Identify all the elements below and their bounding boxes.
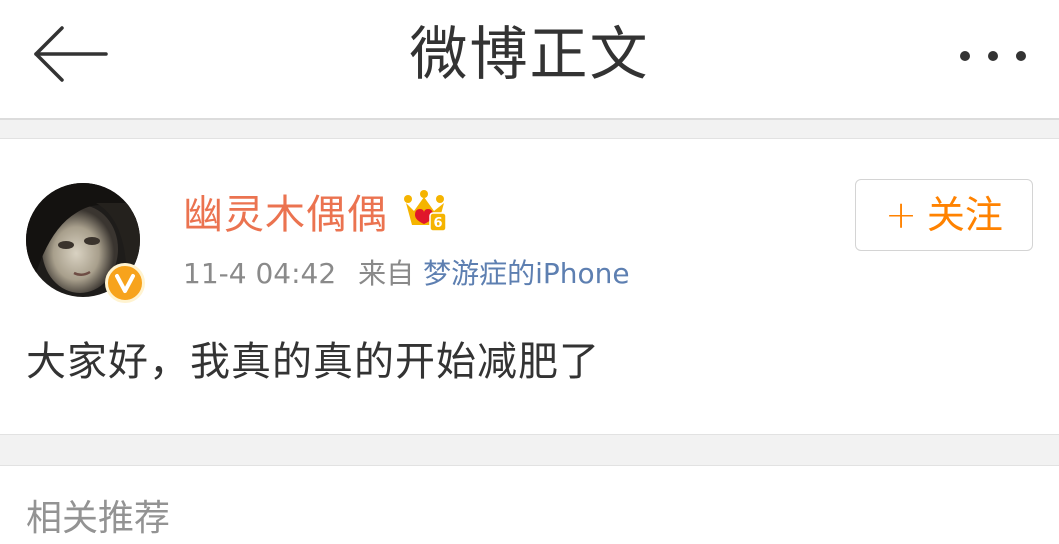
plus-icon: + [885, 193, 917, 237]
post-content: 大家好，我真的真的开始减肥了 [26, 339, 600, 385]
verified-v-icon [105, 263, 145, 303]
follow-button[interactable]: + 关注 [855, 179, 1033, 251]
related-section-title: 相关推荐 [26, 498, 171, 539]
post-meta: 11-4 04:42 来自 梦游症的iPhone [183, 254, 630, 294]
follow-label: 关注 [926, 193, 1003, 237]
top-nav-bar: 微博正文 [0, 0, 1059, 120]
post-card: 幽灵木偶偶 6 11-4 04:42 来自 梦游症的iPhone + 关注 大家好，… [0, 139, 1059, 434]
author-name[interactable]: 幽灵木偶偶 [183, 189, 388, 241]
svg-text:6: 6 [433, 216, 442, 231]
section-divider [0, 434, 1059, 466]
source-prefix: 来自 [358, 257, 415, 290]
post-time: 11-4 04:42 [183, 257, 337, 290]
more-button[interactable] [957, 36, 1029, 76]
crown-vip-icon[interactable]: 6 [402, 189, 448, 233]
post-source-link[interactable]: 梦游症的iPhone [423, 257, 630, 290]
section-divider [0, 120, 1059, 139]
ellipsis-icon [960, 51, 1026, 61]
page-title: 微博正文 [409, 20, 650, 88]
